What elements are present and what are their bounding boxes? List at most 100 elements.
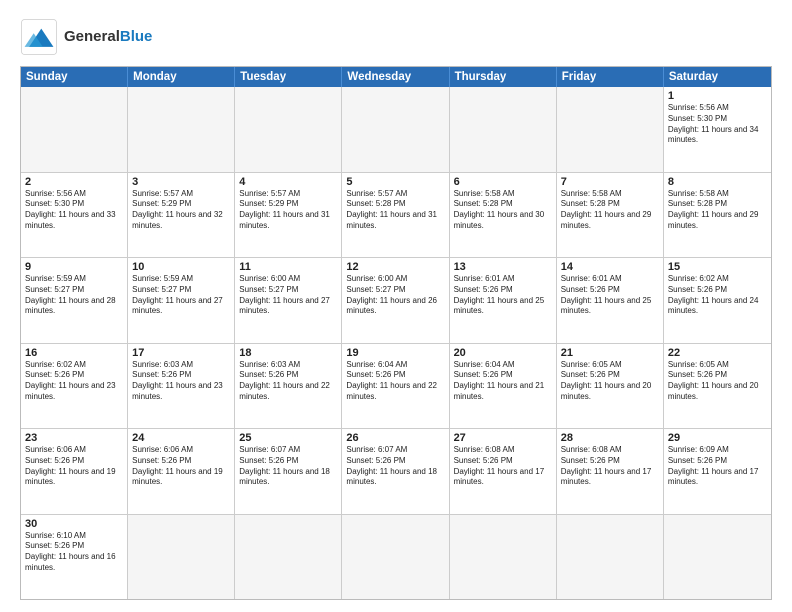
logo-icon xyxy=(20,18,58,56)
page: GeneralBlue SundayMondayTuesdayWednesday… xyxy=(0,0,792,612)
day-number: 29 xyxy=(668,432,767,444)
day-info: Sunrise: 5:56 AM Sunset: 5:30 PM Dayligh… xyxy=(25,189,123,232)
day-number: 14 xyxy=(561,261,659,273)
calendar-cell xyxy=(557,87,664,172)
weekday-header: Tuesday xyxy=(235,67,342,87)
calendar-body: 1Sunrise: 5:56 AM Sunset: 5:30 PM Daylig… xyxy=(21,87,771,599)
day-info: Sunrise: 6:05 AM Sunset: 5:26 PM Dayligh… xyxy=(668,360,767,403)
calendar-cell xyxy=(557,515,664,600)
calendar-cell: 30Sunrise: 6:10 AM Sunset: 5:26 PM Dayli… xyxy=(21,515,128,600)
calendar-cell: 21Sunrise: 6:05 AM Sunset: 5:26 PM Dayli… xyxy=(557,344,664,429)
calendar-row: 16Sunrise: 6:02 AM Sunset: 5:26 PM Dayli… xyxy=(21,343,771,429)
calendar-cell xyxy=(342,515,449,600)
day-info: Sunrise: 6:02 AM Sunset: 5:26 PM Dayligh… xyxy=(25,360,123,403)
calendar-header: SundayMondayTuesdayWednesdayThursdayFrid… xyxy=(21,67,771,87)
calendar-cell: 18Sunrise: 6:03 AM Sunset: 5:26 PM Dayli… xyxy=(235,344,342,429)
day-number: 23 xyxy=(25,432,123,444)
calendar-cell xyxy=(342,87,449,172)
day-info: Sunrise: 6:07 AM Sunset: 5:26 PM Dayligh… xyxy=(239,445,337,488)
calendar-row: 23Sunrise: 6:06 AM Sunset: 5:26 PM Dayli… xyxy=(21,428,771,514)
day-info: Sunrise: 6:07 AM Sunset: 5:26 PM Dayligh… xyxy=(346,445,444,488)
day-number: 9 xyxy=(25,261,123,273)
day-info: Sunrise: 6:04 AM Sunset: 5:26 PM Dayligh… xyxy=(346,360,444,403)
calendar-cell xyxy=(235,515,342,600)
calendar-cell: 22Sunrise: 6:05 AM Sunset: 5:26 PM Dayli… xyxy=(664,344,771,429)
day-info: Sunrise: 5:57 AM Sunset: 5:29 PM Dayligh… xyxy=(132,189,230,232)
calendar-cell: 5Sunrise: 5:57 AM Sunset: 5:28 PM Daylig… xyxy=(342,173,449,258)
logo-text: GeneralBlue xyxy=(64,29,152,46)
calendar-row: 2Sunrise: 5:56 AM Sunset: 5:30 PM Daylig… xyxy=(21,172,771,258)
header: GeneralBlue xyxy=(20,18,772,56)
calendar: SundayMondayTuesdayWednesdayThursdayFrid… xyxy=(20,66,772,600)
day-info: Sunrise: 6:09 AM Sunset: 5:26 PM Dayligh… xyxy=(668,445,767,488)
day-number: 20 xyxy=(454,347,552,359)
calendar-cell: 15Sunrise: 6:02 AM Sunset: 5:26 PM Dayli… xyxy=(664,258,771,343)
calendar-cell xyxy=(128,515,235,600)
calendar-cell: 23Sunrise: 6:06 AM Sunset: 5:26 PM Dayli… xyxy=(21,429,128,514)
day-info: Sunrise: 5:57 AM Sunset: 5:29 PM Dayligh… xyxy=(239,189,337,232)
calendar-cell xyxy=(664,515,771,600)
day-number: 2 xyxy=(25,176,123,188)
calendar-cell: 25Sunrise: 6:07 AM Sunset: 5:26 PM Dayli… xyxy=(235,429,342,514)
day-info: Sunrise: 5:56 AM Sunset: 5:30 PM Dayligh… xyxy=(668,103,767,146)
day-info: Sunrise: 5:58 AM Sunset: 5:28 PM Dayligh… xyxy=(561,189,659,232)
day-info: Sunrise: 6:06 AM Sunset: 5:26 PM Dayligh… xyxy=(132,445,230,488)
day-number: 19 xyxy=(346,347,444,359)
calendar-cell: 13Sunrise: 6:01 AM Sunset: 5:26 PM Dayli… xyxy=(450,258,557,343)
day-number: 25 xyxy=(239,432,337,444)
calendar-cell xyxy=(21,87,128,172)
day-number: 1 xyxy=(668,90,767,102)
day-info: Sunrise: 6:04 AM Sunset: 5:26 PM Dayligh… xyxy=(454,360,552,403)
day-info: Sunrise: 5:57 AM Sunset: 5:28 PM Dayligh… xyxy=(346,189,444,232)
calendar-cell: 26Sunrise: 6:07 AM Sunset: 5:26 PM Dayli… xyxy=(342,429,449,514)
calendar-cell: 8Sunrise: 5:58 AM Sunset: 5:28 PM Daylig… xyxy=(664,173,771,258)
calendar-cell xyxy=(450,87,557,172)
day-number: 26 xyxy=(346,432,444,444)
day-info: Sunrise: 6:02 AM Sunset: 5:26 PM Dayligh… xyxy=(668,274,767,317)
day-number: 11 xyxy=(239,261,337,273)
calendar-cell: 14Sunrise: 6:01 AM Sunset: 5:26 PM Dayli… xyxy=(557,258,664,343)
calendar-cell: 4Sunrise: 5:57 AM Sunset: 5:29 PM Daylig… xyxy=(235,173,342,258)
calendar-cell: 10Sunrise: 5:59 AM Sunset: 5:27 PM Dayli… xyxy=(128,258,235,343)
calendar-cell: 20Sunrise: 6:04 AM Sunset: 5:26 PM Dayli… xyxy=(450,344,557,429)
day-info: Sunrise: 6:01 AM Sunset: 5:26 PM Dayligh… xyxy=(561,274,659,317)
day-number: 21 xyxy=(561,347,659,359)
logo: GeneralBlue xyxy=(20,18,152,56)
calendar-row: 30Sunrise: 6:10 AM Sunset: 5:26 PM Dayli… xyxy=(21,514,771,600)
day-info: Sunrise: 6:01 AM Sunset: 5:26 PM Dayligh… xyxy=(454,274,552,317)
calendar-cell: 7Sunrise: 5:58 AM Sunset: 5:28 PM Daylig… xyxy=(557,173,664,258)
calendar-cell: 6Sunrise: 5:58 AM Sunset: 5:28 PM Daylig… xyxy=(450,173,557,258)
day-number: 18 xyxy=(239,347,337,359)
calendar-cell: 9Sunrise: 5:59 AM Sunset: 5:27 PM Daylig… xyxy=(21,258,128,343)
calendar-cell xyxy=(128,87,235,172)
day-number: 6 xyxy=(454,176,552,188)
day-number: 10 xyxy=(132,261,230,273)
calendar-cell: 27Sunrise: 6:08 AM Sunset: 5:26 PM Dayli… xyxy=(450,429,557,514)
day-number: 8 xyxy=(668,176,767,188)
calendar-row: 9Sunrise: 5:59 AM Sunset: 5:27 PM Daylig… xyxy=(21,257,771,343)
calendar-cell: 17Sunrise: 6:03 AM Sunset: 5:26 PM Dayli… xyxy=(128,344,235,429)
day-number: 16 xyxy=(25,347,123,359)
day-info: Sunrise: 5:59 AM Sunset: 5:27 PM Dayligh… xyxy=(132,274,230,317)
day-number: 4 xyxy=(239,176,337,188)
day-info: Sunrise: 6:06 AM Sunset: 5:26 PM Dayligh… xyxy=(25,445,123,488)
day-number: 28 xyxy=(561,432,659,444)
calendar-cell: 12Sunrise: 6:00 AM Sunset: 5:27 PM Dayli… xyxy=(342,258,449,343)
day-info: Sunrise: 5:58 AM Sunset: 5:28 PM Dayligh… xyxy=(454,189,552,232)
calendar-cell: 28Sunrise: 6:08 AM Sunset: 5:26 PM Dayli… xyxy=(557,429,664,514)
calendar-cell: 24Sunrise: 6:06 AM Sunset: 5:26 PM Dayli… xyxy=(128,429,235,514)
weekday-header: Sunday xyxy=(21,67,128,87)
calendar-cell: 16Sunrise: 6:02 AM Sunset: 5:26 PM Dayli… xyxy=(21,344,128,429)
day-info: Sunrise: 6:03 AM Sunset: 5:26 PM Dayligh… xyxy=(239,360,337,403)
day-info: Sunrise: 6:08 AM Sunset: 5:26 PM Dayligh… xyxy=(454,445,552,488)
day-info: Sunrise: 6:03 AM Sunset: 5:26 PM Dayligh… xyxy=(132,360,230,403)
weekday-header: Monday xyxy=(128,67,235,87)
day-number: 27 xyxy=(454,432,552,444)
day-info: Sunrise: 5:59 AM Sunset: 5:27 PM Dayligh… xyxy=(25,274,123,317)
day-number: 7 xyxy=(561,176,659,188)
day-number: 30 xyxy=(25,518,123,530)
day-info: Sunrise: 6:00 AM Sunset: 5:27 PM Dayligh… xyxy=(239,274,337,317)
day-info: Sunrise: 6:00 AM Sunset: 5:27 PM Dayligh… xyxy=(346,274,444,317)
day-number: 13 xyxy=(454,261,552,273)
day-info: Sunrise: 6:10 AM Sunset: 5:26 PM Dayligh… xyxy=(25,531,123,574)
